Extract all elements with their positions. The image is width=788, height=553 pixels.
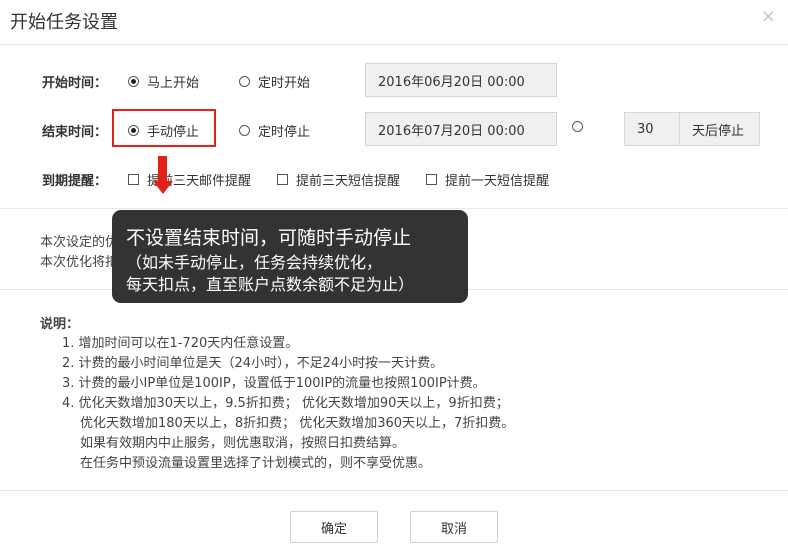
checkbox-icon (128, 174, 139, 185)
tooltip-line-1: 不设置结束时间，可随时手动停止 (126, 227, 412, 249)
radio-icon (239, 76, 250, 87)
footer-divider (0, 490, 788, 491)
start-now-label: 马上开始 (147, 76, 200, 91)
close-icon[interactable]: × (761, 6, 776, 27)
end-time-label: 结束时间： (42, 125, 108, 140)
start-date-field[interactable]: 2016年06月20日 00:00 (365, 63, 557, 97)
tooltip-line-3: 每天扣点，直至账户点数余额不足为止） (126, 275, 415, 294)
checkbox-icon (277, 174, 288, 185)
start-time-label: 开始时间： (42, 76, 108, 91)
annotation-arrow (158, 156, 167, 183)
highlight-box (112, 109, 216, 147)
start-scheduled-label: 定时开始 (258, 76, 311, 91)
dialog-title: 开始任务设置 (10, 12, 118, 33)
start-scheduled-radio[interactable]: 定时开始 (239, 72, 310, 91)
checkbox-icon (426, 174, 437, 185)
remind-sms-3day-label: 提前三天短信提醒 (296, 174, 401, 189)
remind-sms-1day-checkbox[interactable]: 提前一天短信提醒 (426, 170, 549, 189)
remind-sms-1day-label: 提前一天短信提醒 (445, 174, 550, 189)
cancel-button[interactable]: 取消 (410, 511, 498, 543)
notes-item: 1. 增加时间可以在1-720天内任意设置。 (62, 336, 299, 351)
remind-sms-3day-checkbox[interactable]: 提前三天短信提醒 (277, 170, 400, 189)
end-days-radio[interactable] (572, 121, 583, 132)
notes-item: 在任务中预设流量设置里选择了计划模式的，则不享受优惠。 (80, 456, 432, 471)
days-input[interactable]: 30 (624, 112, 680, 146)
notes-item: 3. 计费的最小IP单位是100IP，设置低于100IP的流量也按照100IP计… (62, 376, 486, 391)
arrow-down-icon (153, 181, 173, 194)
notes-heading: 说明： (40, 317, 80, 332)
radio-selected-icon (128, 76, 139, 87)
radio-icon (239, 125, 250, 136)
days-suffix: 天后停止 (679, 112, 760, 146)
end-date-field[interactable]: 2016年07月20日 00:00 (365, 112, 557, 146)
remind-email-3day-checkbox[interactable]: 提前三天邮件提醒 (128, 170, 251, 189)
tooltip-line-2: （如未手动停止，任务会持续优化， (126, 253, 383, 272)
notes-item: 2. 计费的最小时间单位是天（24小时），不足24小时按一天计费。 (62, 356, 444, 371)
section-divider (0, 208, 788, 209)
end-scheduled-radio[interactable]: 定时停止 (239, 121, 310, 140)
notes-item: 4. 优化天数增加30天以上，9.5折扣费； 优化天数增加90天以上，9折扣费； (62, 396, 509, 411)
end-scheduled-label: 定时停止 (258, 125, 311, 140)
header-divider (0, 44, 788, 45)
confirm-button[interactable]: 确定 (290, 511, 378, 543)
notes-item: 优化天数增加180天以上，8折扣费； 优化天数增加360天以上，7折扣费。 (80, 416, 515, 431)
reminder-label: 到期提醒： (42, 174, 108, 189)
start-now-radio[interactable]: 马上开始 (128, 72, 199, 91)
notes-item: 如果有效期内中止服务，则优惠取消，按照日扣费结算。 (80, 436, 406, 451)
radio-icon (572, 121, 583, 132)
